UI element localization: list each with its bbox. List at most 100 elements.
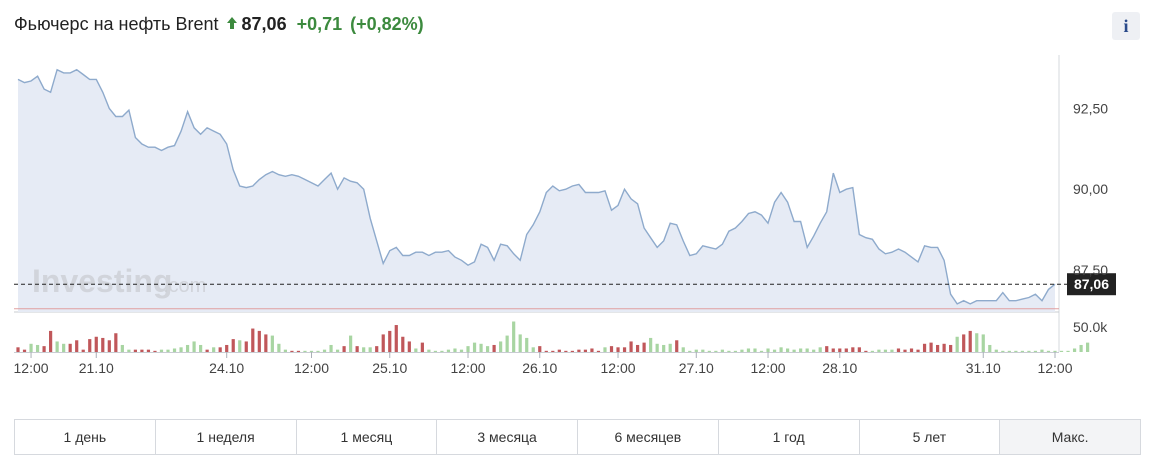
volume-bar bbox=[583, 349, 588, 352]
volume-bar bbox=[805, 348, 809, 352]
volume-bar bbox=[75, 340, 79, 352]
volume-bar bbox=[49, 330, 53, 352]
volume-bar bbox=[662, 344, 666, 352]
volume-bar bbox=[88, 339, 92, 352]
volume-bar bbox=[329, 344, 333, 352]
volume-bar bbox=[1072, 348, 1077, 352]
volume-bar bbox=[603, 347, 607, 352]
volume-bar bbox=[172, 348, 177, 352]
volume-bar bbox=[844, 348, 848, 352]
range-button-5[interactable]: 1 год bbox=[718, 420, 860, 454]
volume-bar bbox=[799, 348, 803, 352]
volume-bar bbox=[283, 349, 288, 352]
volume-bar bbox=[694, 349, 698, 352]
volume-bar bbox=[609, 346, 614, 352]
volume-bar bbox=[733, 350, 738, 352]
volume-bar bbox=[355, 346, 359, 352]
volume-bar bbox=[446, 349, 451, 352]
volume-bar bbox=[101, 337, 105, 352]
volume-bar bbox=[146, 349, 151, 352]
volume-bar bbox=[577, 349, 581, 352]
x-tick-label: 25.10 bbox=[372, 360, 407, 376]
y-tick-label: 90,00 bbox=[1073, 181, 1108, 197]
volume-bar bbox=[35, 344, 40, 352]
volume-bar bbox=[381, 334, 385, 352]
volume-bar bbox=[68, 343, 72, 352]
volume-bar bbox=[525, 337, 529, 352]
volume-bar bbox=[349, 335, 353, 352]
volume-bar bbox=[655, 343, 659, 352]
volume-bar bbox=[1033, 350, 1038, 352]
y-tick-label: 87,50 bbox=[1073, 262, 1108, 278]
range-button-1[interactable]: 1 неделя bbox=[155, 420, 297, 454]
volume-bar bbox=[22, 349, 27, 352]
x-tick-label: 12:00 bbox=[601, 360, 636, 376]
volume-bar bbox=[505, 335, 509, 352]
volume-bar bbox=[479, 343, 483, 352]
volume-bar bbox=[1053, 350, 1057, 352]
volume-bar bbox=[649, 337, 653, 352]
x-tick-label: 21.10 bbox=[79, 360, 114, 376]
volume-bar bbox=[159, 349, 164, 352]
volume-bar bbox=[153, 350, 157, 352]
range-button-0[interactable]: 1 день bbox=[15, 420, 156, 454]
volume-bar bbox=[766, 348, 770, 352]
volume-bar bbox=[420, 342, 424, 352]
volume-bar bbox=[557, 349, 561, 352]
volume-bar bbox=[1027, 350, 1031, 352]
volume-bar bbox=[62, 343, 66, 352]
volume-bar bbox=[538, 346, 542, 352]
x-tick-label: 31.10 bbox=[966, 360, 1001, 376]
volume-bar bbox=[244, 341, 248, 352]
volume-bar bbox=[107, 340, 111, 352]
volume-bar bbox=[342, 346, 346, 352]
watermark-suffix: .com bbox=[163, 275, 206, 297]
range-button-4[interactable]: 6 месяцев bbox=[578, 420, 719, 454]
volume-bar bbox=[877, 349, 881, 352]
range-button-7[interactable]: Макс. bbox=[1000, 420, 1140, 454]
volume-bar bbox=[1007, 350, 1011, 352]
last-price-label: 87,06 bbox=[1074, 276, 1109, 292]
volume-bar bbox=[564, 350, 568, 352]
volume-bar bbox=[212, 347, 216, 352]
volume-bar bbox=[114, 333, 118, 352]
volume-bar bbox=[825, 346, 829, 352]
volume-bar bbox=[629, 341, 633, 352]
volume-bar bbox=[936, 344, 940, 352]
volume-bar bbox=[590, 348, 594, 352]
volume-bar bbox=[179, 347, 183, 352]
volume-bar bbox=[440, 350, 444, 352]
volume-bar bbox=[1046, 350, 1051, 352]
volume-bar bbox=[512, 321, 516, 352]
volume-bar bbox=[414, 348, 418, 352]
volume-bar bbox=[1020, 350, 1024, 352]
volume-bar bbox=[818, 347, 822, 352]
x-tick-label: 12:00 bbox=[294, 360, 329, 376]
range-button-3[interactable]: 3 месяца bbox=[437, 420, 578, 454]
volume-bar bbox=[120, 344, 124, 352]
range-button-6[interactable]: 5 лет bbox=[859, 420, 1001, 454]
volume-bar bbox=[622, 347, 627, 352]
volume-bar bbox=[988, 344, 992, 352]
volume-bar bbox=[981, 334, 985, 352]
volume-bar bbox=[133, 349, 137, 352]
price-chart: Investing.com 87,06 92,50 90,00 87,50 50.0k 12… bbox=[14, 55, 1116, 376]
volume-bar bbox=[166, 349, 170, 352]
volume-bar bbox=[785, 348, 790, 352]
range-button-2[interactable]: 1 месяц bbox=[296, 420, 438, 454]
volume-bar bbox=[225, 344, 229, 352]
volume-bar bbox=[759, 350, 764, 352]
volume-bar bbox=[1001, 350, 1005, 352]
volume-bar bbox=[701, 349, 705, 352]
volume-bar bbox=[205, 349, 209, 352]
volume-bar bbox=[453, 348, 457, 352]
volume-bar bbox=[531, 347, 535, 352]
volume-bar bbox=[635, 344, 640, 352]
volume-bar bbox=[994, 349, 998, 352]
volume-bar bbox=[251, 328, 255, 352]
volume-bar bbox=[1040, 349, 1044, 352]
volume-bar bbox=[1014, 350, 1018, 352]
volume-bar bbox=[309, 350, 314, 352]
x-tick-label: 26.10 bbox=[522, 360, 557, 376]
volume-bar bbox=[466, 346, 470, 352]
